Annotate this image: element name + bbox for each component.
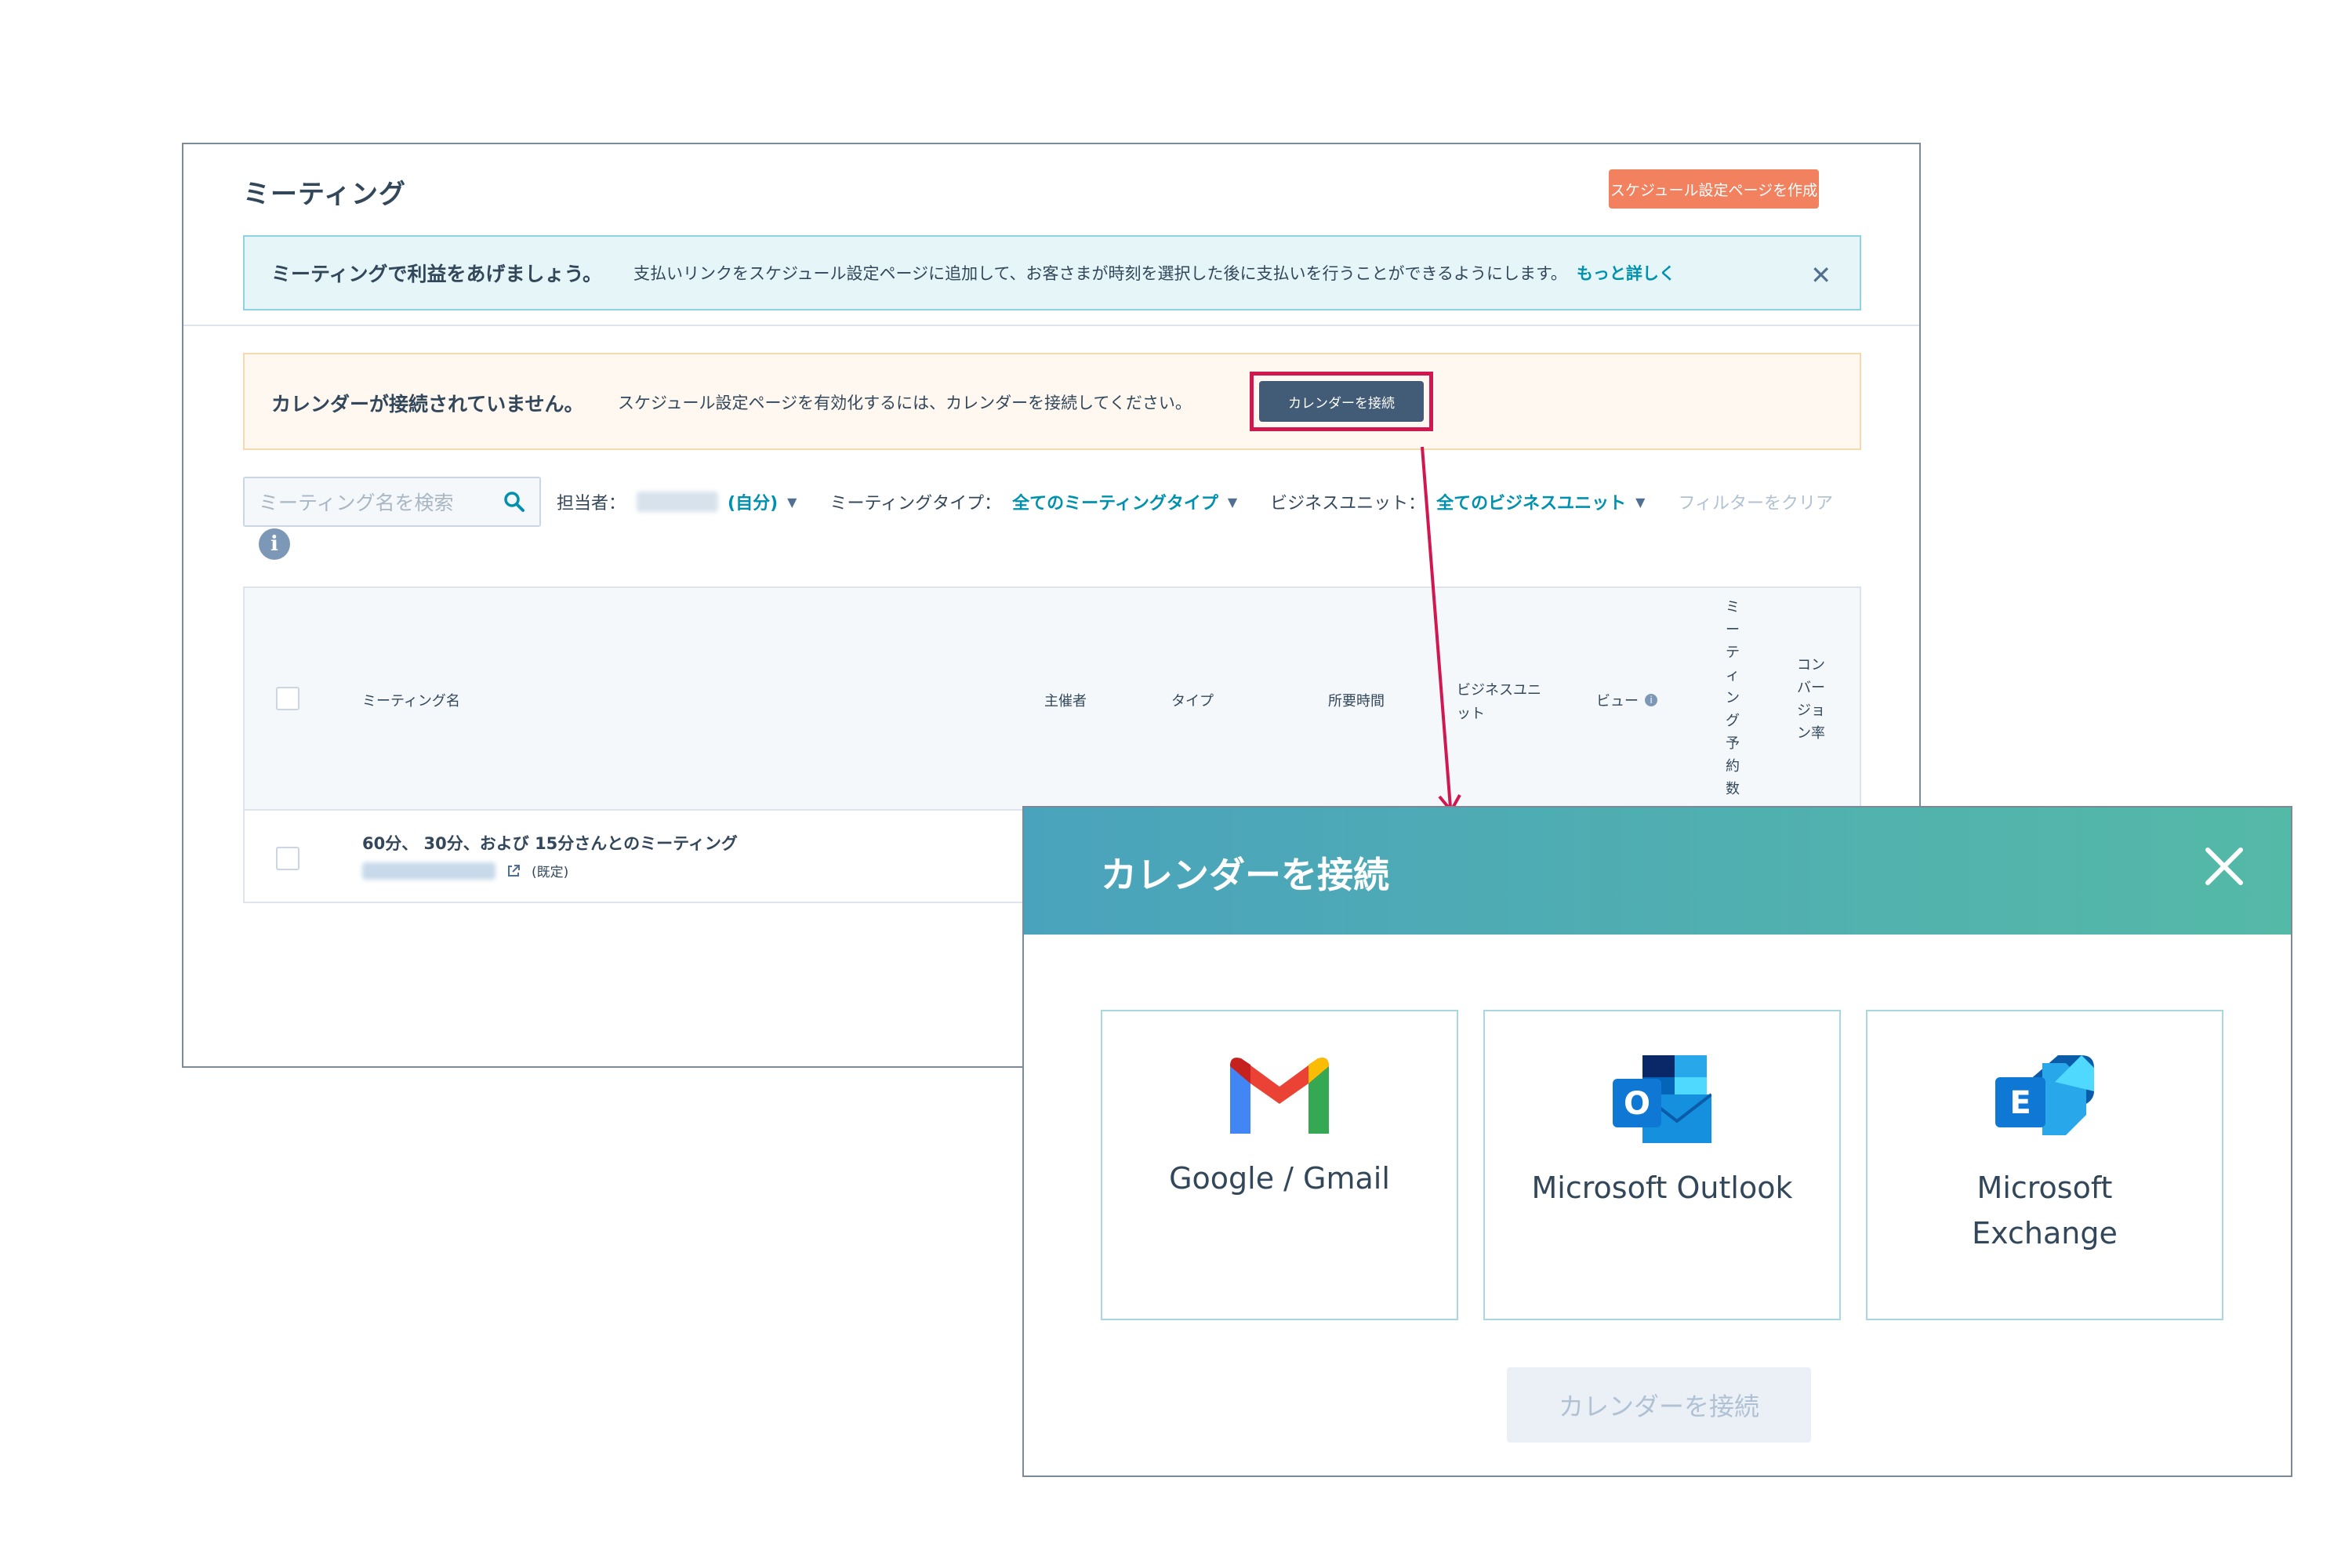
type-filter-value[interactable]: 全てのミーティングタイプ: [1012, 489, 1218, 514]
warning-message: スケジュール設定ページを有効化するには、カレンダーを接続してください。: [618, 394, 1192, 412]
exchange-icon: E: [1995, 1055, 2094, 1135]
default-tag: (既定): [532, 865, 569, 880]
search-placeholder: ミーティング名を検索: [259, 492, 454, 514]
microsoft-exchange-option[interactable]: E Microsoft Exchange: [1866, 1010, 2223, 1320]
owner-filter-value[interactable]: (自分): [728, 489, 778, 514]
meeting-url-blurred: [362, 862, 495, 880]
column-bookings[interactable]: ミーティング予約数: [1725, 596, 1740, 800]
calendar-warning-banner: カレンダーが接続されていません。 スケジュール設定ページを有効化するには、カレン…: [243, 353, 1861, 450]
divider: [183, 325, 1919, 326]
close-icon[interactable]: [2197, 839, 2252, 894]
svg-text:O: O: [1624, 1086, 1650, 1122]
option-label: Google / Gmail: [1169, 1161, 1390, 1196]
row-checkbox[interactable]: [276, 847, 299, 870]
modal-title: カレンダーを接続: [1101, 854, 1389, 896]
column-type[interactable]: タイプ: [1171, 690, 1214, 710]
caret-down-icon[interactable]: ▼: [787, 495, 797, 510]
unit-filter-label: ビジネスユニット：: [1270, 494, 1426, 514]
google-gmail-option[interactable]: Google / Gmail: [1101, 1010, 1458, 1320]
external-link-icon[interactable]: [506, 864, 521, 878]
close-icon[interactable]: ✕: [1810, 260, 1831, 290]
clear-filters-link[interactable]: フィルターをクリア: [1678, 489, 1833, 514]
promo-banner: ミーティングで利益をあげましょう。 支払いリンクをスケジュール設定ページに追加し…: [243, 235, 1861, 310]
svg-text:E: E: [2009, 1085, 2031, 1121]
page-title: ミーティング: [243, 179, 406, 210]
modal-header: カレンダーを接続: [1024, 808, 2291, 935]
column-view[interactable]: ビュー i: [1596, 690, 1657, 710]
connect-calendar-submit-button[interactable]: カレンダーを接続: [1507, 1367, 1811, 1443]
promo-title: ミーティングで利益をあげましょう。: [271, 263, 603, 285]
connect-calendar-button[interactable]: カレンダーを接続: [1259, 381, 1424, 422]
create-scheduling-page-button[interactable]: スケジュール設定ページを作成: [1609, 169, 1819, 209]
column-duration[interactable]: 所要時間: [1328, 690, 1385, 710]
learn-more-link[interactable]: もっと詳しく: [1577, 261, 1675, 285]
column-view-label: ビュー: [1596, 693, 1639, 710]
caret-down-icon[interactable]: ▼: [1228, 495, 1237, 510]
promo-message: 支払いリンクをスケジュール設定ページに追加して、お客さまが時刻を選択した後に支払…: [633, 264, 1567, 283]
meeting-link[interactable]: (既定): [362, 861, 568, 880]
outlook-icon: O: [1613, 1055, 1711, 1143]
column-host[interactable]: 主催者: [1044, 690, 1087, 710]
caret-down-icon[interactable]: ▼: [1635, 495, 1645, 510]
select-all-checkbox[interactable]: [276, 687, 299, 710]
table-header: ミーティング名 主催者 タイプ 所要時間 ビジネスユニット ビュー i ミーティ…: [245, 588, 1860, 811]
column-business-unit[interactable]: ビジネスユニット: [1457, 679, 1543, 726]
filter-bar: 担当者： (自分) ▼ ミーティングタイプ： 全てのミーティングタイプ ▼ ビジ…: [557, 489, 1833, 514]
column-meeting-name[interactable]: ミーティング名: [362, 690, 460, 710]
type-filter-label: ミーティングタイプ：: [829, 494, 1002, 514]
search-icon: [504, 492, 524, 512]
gmail-icon: [1230, 1058, 1329, 1134]
option-label: Microsoft Outlook: [1531, 1171, 1793, 1205]
microsoft-outlook-option[interactable]: O Microsoft Outlook: [1483, 1010, 1841, 1320]
connect-calendar-modal: カレンダーを接続 Google / Gmail O Microsoft Outl…: [1022, 806, 2292, 1477]
unit-filter-value[interactable]: 全てのビジネスユニット: [1436, 489, 1626, 514]
column-conversion-rate[interactable]: コンバージョン率: [1797, 654, 1833, 745]
info-icon[interactable]: i: [1645, 694, 1657, 706]
info-icon[interactable]: i: [259, 528, 290, 560]
warning-title: カレンダーが接続されていません。: [271, 393, 584, 416]
owner-name-blurred: [637, 492, 719, 512]
option-label: Microsoft Exchange: [1972, 1171, 2118, 1250]
search-input[interactable]: ミーティング名を検索: [243, 477, 541, 527]
owner-filter-label: 担当者：: [557, 494, 626, 514]
meeting-name[interactable]: 60分、 30分、および 15分さんとのミーティング: [362, 831, 738, 855]
